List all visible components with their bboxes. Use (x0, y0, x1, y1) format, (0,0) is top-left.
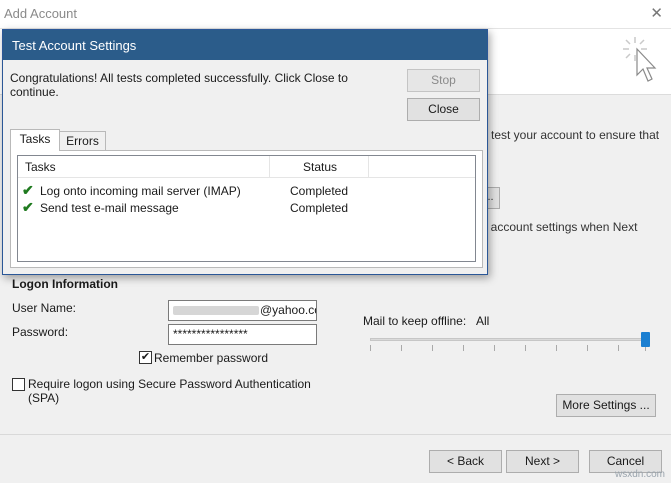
remember-password-checkbox[interactable]: ✔ (139, 351, 152, 364)
row-task: Log onto incoming mail server (IMAP) (40, 184, 241, 198)
footer-divider (0, 434, 671, 435)
slider-thumb[interactable] (641, 332, 650, 347)
main-titlebar: Add Account ✕ (0, 0, 671, 29)
tasks-panel: Tasks Status ✔ Log onto incoming mail se… (10, 150, 483, 268)
stop-button[interactable]: Stop (407, 69, 480, 92)
password-label: Password: (12, 325, 69, 339)
table-row[interactable]: ✔ Log onto incoming mail server (IMAP) C… (18, 182, 475, 200)
close-button[interactable]: Close (407, 98, 480, 121)
spa-label-line2: (SPA) (28, 391, 60, 405)
user-name-label: User Name: (12, 301, 77, 315)
mail-offline-label: Mail to keep offline: (363, 314, 467, 328)
tab-tasks[interactable]: Tasks (10, 129, 60, 151)
test-account-settings-dialog: Test Account Settings Congratulations! A… (2, 29, 488, 275)
row-task: Send test e-mail message (40, 201, 179, 215)
back-button[interactable]: < Back (429, 450, 502, 473)
tab-errors[interactable]: Errors (59, 131, 106, 150)
close-icon[interactable]: ✕ (650, 4, 663, 22)
more-settings-button[interactable]: More Settings ... (556, 394, 656, 417)
row-status: Completed (290, 184, 349, 198)
slider-ticks (370, 345, 650, 353)
test-settings-note: t account settings when Next (484, 220, 638, 234)
cursor-sparkle-icon (623, 37, 657, 82)
description-text: n test your account to ensure that (481, 128, 660, 142)
tasks-list[interactable]: Tasks Status ✔ Log onto incoming mail se… (17, 155, 476, 262)
remember-password-label: Remember password (154, 351, 269, 365)
user-name-domain: @yahoo.com (260, 303, 316, 317)
column-header-tasks[interactable]: Tasks (25, 160, 56, 174)
mail-offline-value: All (476, 314, 490, 328)
logon-information-heading: Logon Information (12, 277, 118, 291)
column-header-status[interactable]: Status (303, 160, 337, 174)
main-title: Add Account (4, 6, 77, 21)
checkmark-icon: ✔ (22, 182, 34, 198)
user-name-field[interactable]: @yahoo.com (168, 300, 317, 321)
success-message: Congratulations! All tests completed suc… (10, 71, 348, 99)
dialog-title: Test Account Settings (12, 38, 137, 53)
mail-offline-slider[interactable] (370, 338, 650, 341)
next-button[interactable]: Next > (506, 450, 579, 473)
watermark: wsxdn.com (614, 469, 665, 480)
list-header: Tasks Status (18, 156, 475, 178)
checkmark-icon: ✔ (22, 199, 34, 215)
spa-checkbox[interactable] (12, 378, 25, 391)
table-row[interactable]: ✔ Send test e-mail message Completed (18, 199, 475, 217)
redacted-username (173, 306, 259, 316)
row-status: Completed (290, 201, 349, 215)
dialog-titlebar: Test Account Settings (3, 30, 487, 60)
password-field[interactable]: **************** (168, 324, 317, 345)
spa-label: Require logon using Secure Password Auth… (28, 377, 311, 391)
